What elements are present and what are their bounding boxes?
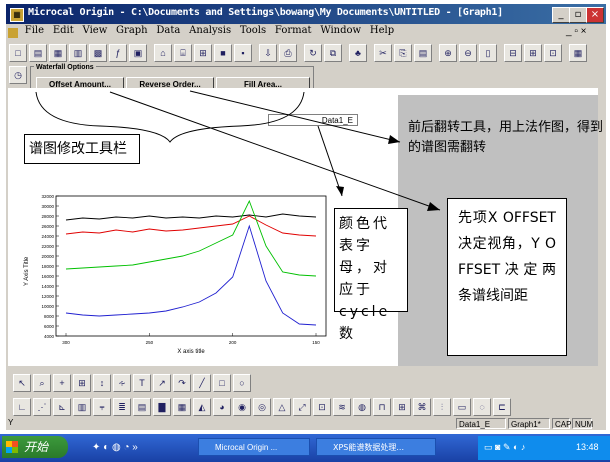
status-num: NUM (572, 418, 593, 429)
doughnut-icon[interactable]: ◉ (233, 398, 251, 416)
line-symbol-icon[interactable]: ⊾ (53, 398, 71, 416)
tools-toolbar: ↖ ⌕ + ⊞ ↕ ∻ T ↗ ↷ ╱ □ ○ (12, 372, 252, 392)
draw-data-icon[interactable]: ∻ (113, 374, 131, 392)
stack-icon[interactable]: ≣ (113, 398, 131, 416)
layer-arrow-head (336, 186, 344, 196)
status-active-dataset: Data1_E (456, 418, 506, 429)
data-reader-icon[interactable]: ⊞ (73, 374, 91, 392)
reverse-arrow-line (189, 90, 401, 143)
waterfall-icon[interactable]: ≋ (333, 398, 351, 416)
floating-bar-icon[interactable]: ▭ (453, 398, 471, 416)
status-bar: Y Data1_E Graph1* CAP NUM (6, 418, 606, 430)
offset-arrow-line (109, 91, 441, 211)
toolbar-callout: 谱图修改工具栏 (24, 134, 140, 164)
system-tray: ▭ ◙ ✎ ◐ ♪ 13:48 (478, 436, 610, 460)
quicklaunch-icons[interactable]: ✦ ◐ ◍ ◔ » (92, 442, 138, 453)
vector-icon[interactable]: ⤢ (293, 398, 311, 416)
zoom-icon[interactable]: ⌕ (33, 374, 51, 392)
screen-reader-icon[interactable]: + (53, 374, 71, 392)
multi-layer-icon[interactable]: ⫧ (93, 398, 111, 416)
area-plot-icon[interactable]: ◭ (193, 398, 211, 416)
graph-types-toolbar: ∟ ⋰ ⊾ ▥ ⫧ ≣ ▤ ▇ ▦ ◭ ◕ ◉ ◎ △ ⤢ ⊡ ≋ ◍ ⊓ ⊞ ⌘ ⫶ ▭ ◌ ⊏ (12, 396, 512, 418)
double-y-icon[interactable]: ⊓ (373, 398, 391, 416)
taskbar-word-doc[interactable]: XPS能谱数据处理... (316, 438, 436, 456)
histogram-icon[interactable]: ▇ (153, 398, 171, 416)
bubble-icon[interactable]: ◌ (473, 398, 491, 416)
reverse-callout: 前后翻转工具，用上法作图，得到的谱图需翻转 (408, 120, 604, 155)
stacked-column-icon[interactable]: ▦ (173, 398, 191, 416)
curved-arrow-icon[interactable]: ↷ (173, 374, 191, 392)
reverse-arrow-head (388, 135, 400, 144)
contour-icon[interactable]: ◍ (353, 398, 371, 416)
offset-arrow-head (427, 202, 440, 211)
rectangle-tool-icon[interactable]: □ (213, 374, 231, 392)
scatter-plot-icon[interactable]: ⋰ (33, 398, 51, 416)
data-selector-icon[interactable]: ↕ (93, 374, 111, 392)
text-tool-icon[interactable]: T (133, 374, 151, 392)
status-caps: CAP (552, 418, 571, 429)
color-callout: 颜色代表字母，对应于cycle数 (334, 208, 408, 342)
arrow-tool-icon[interactable]: ↗ (153, 374, 171, 392)
xyam-icon[interactable]: ⌘ (413, 398, 431, 416)
tray-icons[interactable]: ▭ ◙ ✎ ◐ ♪ (484, 442, 525, 453)
bar-plot-icon[interactable]: ▤ (133, 398, 151, 416)
clock: 13:48 (576, 442, 599, 452)
status-active-window: Graph1* (508, 418, 550, 429)
offset-callout: 先项X OFFSET决定视角，Y OFFSET决定两条谱线间距 (447, 198, 567, 356)
box-chart-icon[interactable]: ⊡ (313, 398, 331, 416)
taskbar-origin[interactable]: Microcal Origin ... (198, 438, 310, 456)
template-icon[interactable]: ⊏ (493, 398, 511, 416)
windows-logo-icon (6, 441, 18, 453)
column-plot-icon[interactable]: ▥ (73, 398, 91, 416)
polar-icon[interactable]: ◎ (253, 398, 271, 416)
pie-chart-icon[interactable]: ◕ (213, 398, 231, 416)
layer-arrow-line (317, 125, 343, 197)
circle-tool-icon[interactable]: ○ (233, 374, 251, 392)
ternary-icon[interactable]: △ (273, 398, 291, 416)
line-tool-icon[interactable]: ╱ (193, 374, 211, 392)
taskbar: 开始 ✦ ◐ ◍ ◔ » Microcal Origin ... XPS能谱数据… (0, 434, 610, 462)
status-text: Y (8, 418, 14, 427)
line-plot-icon[interactable]: ∟ (13, 398, 31, 416)
pointer-icon[interactable]: ↖ (13, 374, 31, 392)
panel-icon[interactable]: ⊞ (393, 398, 411, 416)
high-low-icon[interactable]: ⫶ (433, 398, 451, 416)
